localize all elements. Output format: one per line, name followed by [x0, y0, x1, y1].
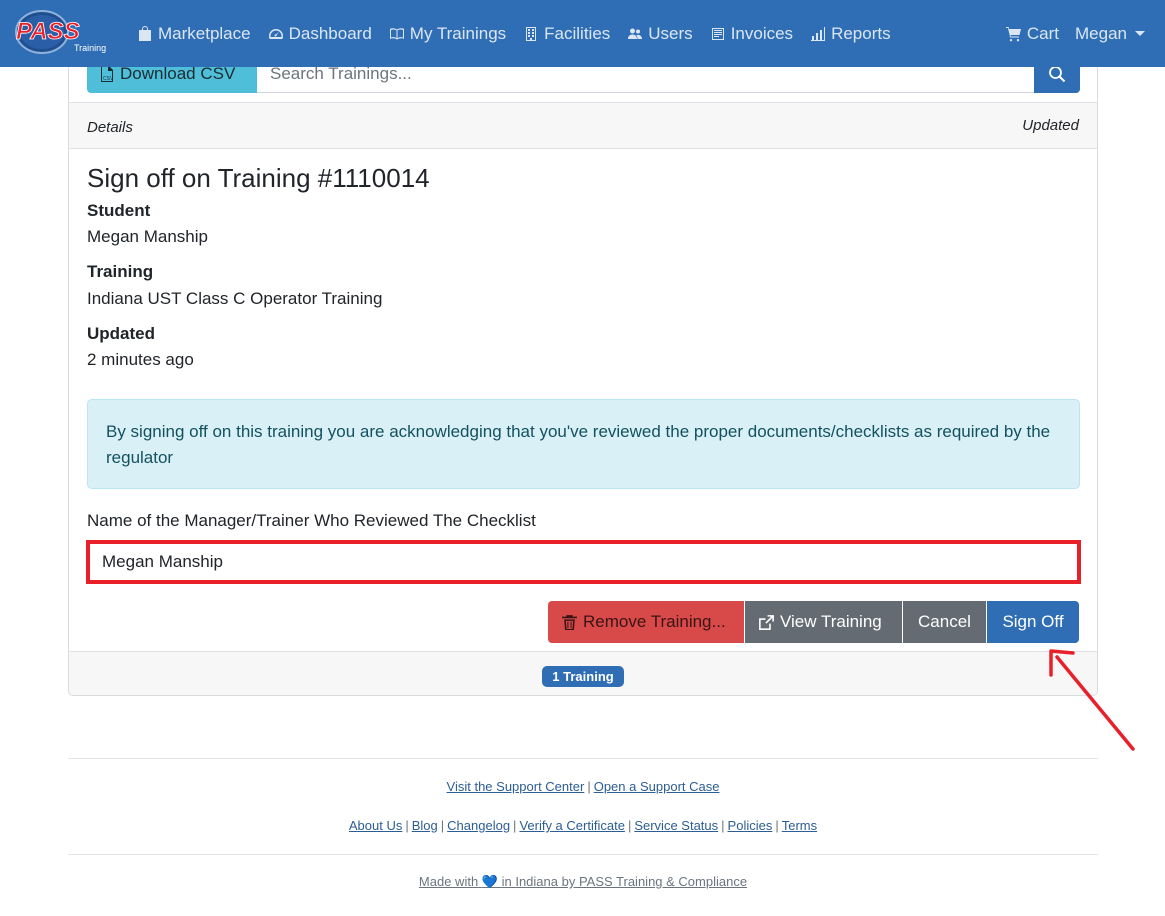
bar-chart-icon	[811, 26, 826, 41]
footer-divider-bottom	[68, 854, 1098, 855]
download-csv-label: Download CSV	[120, 64, 236, 83]
card-footer: 1 Training	[69, 651, 1097, 695]
nav-invoices-label: Invoices	[730, 23, 794, 43]
view-training-label: View Training	[780, 612, 882, 631]
cancel-label: Cancel	[918, 612, 971, 631]
signoff-actions: Remove Training... View Training Cancel …	[547, 601, 1079, 643]
nav-marketplace-label: Marketplace	[158, 23, 251, 43]
training-count-badge: 1 Training	[542, 666, 624, 687]
footer-divider-top	[68, 758, 1098, 759]
support-links: Visit the Support Center | Open a Support …	[446, 779, 720, 794]
made-with-suffix: in Indiana by PASS Training & Compliance	[501, 874, 748, 889]
support-center-link[interactable]: Visit the Support Center	[447, 779, 585, 794]
users-icon	[628, 28, 643, 39]
nav-dashboard[interactable]: Dashboard	[268, 24, 372, 44]
made-with-prefix: Made with	[418, 874, 479, 889]
details-column-header: Details	[87, 119, 133, 136]
book-icon	[389, 27, 404, 39]
nav-invoices[interactable]: Invoices	[710, 24, 793, 44]
cancel-button[interactable]: Cancel	[903, 601, 986, 643]
table-header: Details Updated	[69, 102, 1097, 149]
verify-certificate-link[interactable]: Verify a Certificate	[519, 818, 625, 833]
nav-cart-label: Cart	[1026, 23, 1060, 43]
updated-value: 2 minutes ago	[87, 350, 194, 369]
blog-link[interactable]: Blog	[412, 818, 438, 833]
nav-users-label: Users	[648, 23, 693, 43]
svg-text:Training: Training	[74, 43, 106, 53]
reviewer-name-label: Name of the Manager/Trainer Who Reviewed…	[87, 511, 536, 530]
nav-right: Cart Megan	[990, 0, 1145, 67]
training-value: Indiana UST Class C Operator Training	[87, 289, 383, 308]
building-icon	[526, 26, 537, 41]
trainings-card: CSV Download CSV Details Updated Sign of…	[68, 50, 1098, 696]
nav-reports[interactable]: Reports	[810, 24, 891, 44]
external-link-icon	[759, 614, 774, 630]
made-with-link[interactable]: Made with 💙 in Indiana by PASS Training …	[419, 874, 747, 889]
sign-off-button[interactable]: Sign Off	[987, 601, 1079, 643]
service-status-link[interactable]: Service Status	[634, 818, 718, 833]
user-menu[interactable]: Megan	[1075, 24, 1145, 44]
nav-marketplace[interactable]: Marketplace	[137, 24, 251, 44]
student-label: Student	[87, 201, 151, 220]
trash-icon	[562, 614, 577, 630]
nav-reports-label: Reports	[831, 23, 891, 43]
svg-text:PASS: PASS	[16, 18, 80, 45]
sign-off-label: Sign Off	[1002, 612, 1064, 631]
signoff-title: Sign off on Training #1110014	[87, 163, 430, 193]
terms-link[interactable]: Terms	[782, 818, 817, 833]
footer-links: About Us | Blog | Changelog | Verify a Certifi…	[348, 818, 818, 833]
top-navbar: PASS Training Marketplace Dashboard My T…	[0, 0, 1165, 67]
chevron-down-icon	[1135, 31, 1145, 36]
updated-column-header: Updated	[1022, 117, 1079, 134]
remove-training-label: Remove Training...	[583, 612, 726, 631]
search-icon	[1049, 66, 1066, 83]
about-us-link[interactable]: About Us	[349, 818, 402, 833]
speedometer-icon	[268, 28, 283, 39]
annotation-arrow	[1049, 649, 1135, 751]
user-menu-label: Megan	[1075, 23, 1127, 43]
student-value: Megan Manship	[87, 227, 208, 246]
main-nav: Marketplace Dashboard My Trainings Facil…	[137, 0, 908, 67]
reviewer-name-input[interactable]	[86, 540, 1081, 584]
view-training-button[interactable]: View Training	[745, 601, 902, 643]
remove-training-button[interactable]: Remove Training...	[548, 601, 744, 643]
invoice-icon	[711, 27, 724, 40]
nav-cart[interactable]: Cart	[1005, 23, 1060, 44]
nav-users[interactable]: Users	[627, 23, 693, 44]
nav-my-trainings-label: My Trainings	[409, 23, 507, 43]
nav-facilities[interactable]: Facilities	[523, 24, 610, 44]
nav-dashboard-label: Dashboard	[288, 23, 372, 43]
training-label: Training	[87, 262, 154, 281]
changelog-link[interactable]: Changelog	[447, 818, 510, 833]
svg-text:CSV: CSV	[103, 76, 114, 82]
nav-facilities-label: Facilities	[544, 23, 611, 43]
cart-icon	[1005, 26, 1021, 41]
heart-icon: 💙	[481, 874, 498, 889]
csv-file-icon: CSV	[101, 66, 114, 82]
updated-label: Updated	[87, 324, 155, 343]
shopping-bag-icon	[139, 25, 151, 41]
signoff-info-alert: By signing off on this training you are …	[87, 399, 1080, 489]
policies-link[interactable]: Policies	[728, 818, 773, 833]
made-with-line: Made with 💙 in Indiana by PASS Training …	[68, 874, 1098, 890]
pass-training-logo[interactable]: PASS Training	[12, 9, 112, 55]
nav-my-trainings[interactable]: My Trainings	[389, 24, 506, 44]
open-support-case-link[interactable]: Open a Support Case	[594, 779, 720, 794]
